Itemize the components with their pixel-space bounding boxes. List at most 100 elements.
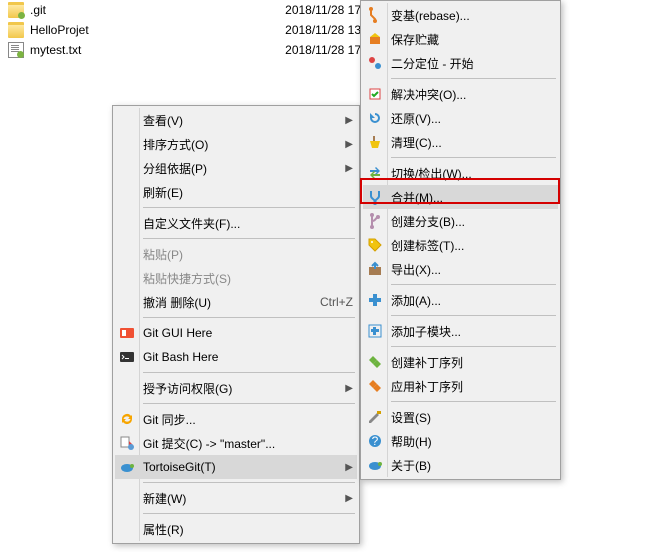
- tag-icon: [367, 237, 383, 253]
- menu-item-label: 保存贮藏: [391, 31, 439, 48]
- menu-separator: [143, 513, 355, 514]
- tortoise-icon: [119, 459, 135, 475]
- menu-item-label: Git GUI Here: [143, 326, 212, 340]
- git-gui-icon: [119, 325, 135, 341]
- menu-item-label: 创建标签(T)...: [391, 237, 464, 254]
- menu-item[interactable]: 创建分支(B)...: [363, 209, 558, 233]
- add-icon: [367, 292, 383, 308]
- menu-item-label: Git 同步...: [143, 411, 196, 428]
- about-icon: [367, 457, 383, 473]
- git-commit-icon: [119, 435, 135, 451]
- menu-item[interactable]: 设置(S): [363, 405, 558, 429]
- file-name: HelloProjet: [30, 23, 285, 37]
- menu-separator: [391, 401, 556, 402]
- menu-item-label: 粘贴快捷方式(S): [143, 270, 231, 287]
- menu-item[interactable]: ?帮助(H): [363, 429, 558, 453]
- menu-item-label: 查看(V): [143, 112, 183, 129]
- create-patch-icon: [367, 354, 383, 370]
- menu-item[interactable]: 新建(W)▶: [115, 486, 357, 510]
- menu-item[interactable]: 添加(A)...: [363, 288, 558, 312]
- menu-item[interactable]: 分组依据(P)▶: [115, 156, 357, 180]
- menu-item[interactable]: 刷新(E): [115, 180, 357, 204]
- git-bash-icon: [119, 349, 135, 365]
- menu-separator: [143, 238, 355, 239]
- menu-item-label: 添加子模块...: [391, 323, 461, 340]
- menu-item[interactable]: Git GUI Here: [115, 321, 357, 345]
- menu-item[interactable]: Git Bash Here: [115, 345, 357, 369]
- menu-item[interactable]: 二分定位 - 开始: [363, 51, 558, 75]
- menu-item[interactable]: Git 提交(C) -> "master"...: [115, 431, 357, 455]
- menu-item-label: 关于(B): [391, 457, 431, 474]
- branch-icon: [367, 213, 383, 229]
- menu-separator: [391, 346, 556, 347]
- apply-patch-icon: [367, 378, 383, 394]
- submenu-arrow-icon: ▶: [345, 163, 353, 174]
- menu-separator: [143, 403, 355, 404]
- menu-item-label: 创建分支(B)...: [391, 213, 465, 230]
- folder-git-icon: [8, 2, 24, 18]
- merge-icon: [367, 189, 383, 205]
- menu-item: 粘贴快捷方式(S): [115, 266, 357, 290]
- menu-item[interactable]: 撤消 删除(U)Ctrl+Z: [115, 290, 357, 314]
- submenu-arrow-icon: ▶: [345, 462, 353, 473]
- menu-item[interactable]: 清理(C)...: [363, 130, 558, 154]
- resolve-icon: [367, 86, 383, 102]
- menu-item-label: 授予访问权限(G): [143, 380, 232, 397]
- menu-item[interactable]: 切换/检出(W)...: [363, 161, 558, 185]
- menu-separator: [143, 317, 355, 318]
- menu-item-label: 切换/检出(W)...: [391, 165, 472, 182]
- menu-item[interactable]: 创建补丁序列: [363, 350, 558, 374]
- menu-item[interactable]: 保存贮藏: [363, 27, 558, 51]
- submenu-arrow-icon: ▶: [345, 115, 353, 126]
- menu-item-label: 合并(M)...: [391, 189, 443, 206]
- menu-item-label: 自定义文件夹(F)...: [143, 215, 240, 232]
- menu-item[interactable]: Git 同步...: [115, 407, 357, 431]
- file-row[interactable]: mytest.txt2018/11/28 17:3: [0, 40, 375, 60]
- file-row[interactable]: HelloProjet2018/11/28 13:3: [0, 20, 375, 40]
- stash-icon: [367, 31, 383, 47]
- menu-item[interactable]: 导出(X)...: [363, 257, 558, 281]
- menu-separator: [391, 157, 556, 158]
- menu-item[interactable]: 查看(V) ▶: [115, 108, 357, 132]
- menu-item[interactable]: 关于(B): [363, 453, 558, 477]
- menu-item[interactable]: 授予访问权限(G)▶: [115, 376, 357, 400]
- menu-item-label: 解决冲突(O)...: [391, 86, 466, 103]
- menu-separator: [391, 78, 556, 79]
- menu-separator: [391, 315, 556, 316]
- rebase-icon: [367, 7, 383, 23]
- menu-item-label: Git Bash Here: [143, 350, 218, 364]
- menu-item[interactable]: 变基(rebase)...: [363, 3, 558, 27]
- clean-icon: [367, 134, 383, 150]
- menu-item[interactable]: 应用补丁序列: [363, 374, 558, 398]
- menu-item-label: 变基(rebase)...: [391, 7, 470, 24]
- menu-item[interactable]: 还原(V)...: [363, 106, 558, 130]
- menu-item[interactable]: 合并(M)...: [363, 185, 558, 209]
- menu-item-label: 帮助(H): [391, 433, 432, 450]
- menu-item[interactable]: 添加子模块...: [363, 319, 558, 343]
- file-row[interactable]: .git2018/11/28 17:3: [0, 0, 375, 20]
- menu-item-label: 属性(R): [143, 521, 184, 538]
- menu-item[interactable]: 创建标签(T)...: [363, 233, 558, 257]
- menu-item-label: 新建(W): [143, 490, 186, 507]
- menu-item-label: 还原(V)...: [391, 110, 441, 127]
- menu-item[interactable]: 属性(R): [115, 517, 357, 541]
- menu-item[interactable]: 自定义文件夹(F)...: [115, 211, 357, 235]
- menu-item[interactable]: TortoiseGit(T)▶: [115, 455, 357, 479]
- menu-item-label: 撤消 删除(U): [143, 294, 211, 311]
- menu-item[interactable]: 排序方式(O) ▶: [115, 132, 357, 156]
- context-menu-tortoisegit[interactable]: 变基(rebase)... 保存贮藏二分定位 - 开始解决冲突(O)... 还原(V…: [360, 0, 561, 480]
- menu-item-label: 添加(A)...: [391, 292, 441, 309]
- menu-item-label: 排序方式(O): [143, 136, 208, 153]
- context-menu-explorer[interactable]: 查看(V)▶排序方式(O)▶分组依据(P)▶刷新(E)自定义文件夹(F)...粘…: [112, 105, 360, 544]
- menu-item-label: 刷新(E): [143, 184, 183, 201]
- menu-item: 粘贴(P): [115, 242, 357, 266]
- menu-separator: [391, 284, 556, 285]
- revert-icon: [367, 110, 383, 126]
- txt-icon: [8, 42, 24, 58]
- submenu-arrow-icon: ▶: [345, 139, 353, 150]
- menu-item[interactable]: 解决冲突(O)...: [363, 82, 558, 106]
- export-icon: [367, 261, 383, 277]
- submodule-icon: [367, 323, 383, 339]
- settings-icon: [367, 409, 383, 425]
- menu-separator: [143, 372, 355, 373]
